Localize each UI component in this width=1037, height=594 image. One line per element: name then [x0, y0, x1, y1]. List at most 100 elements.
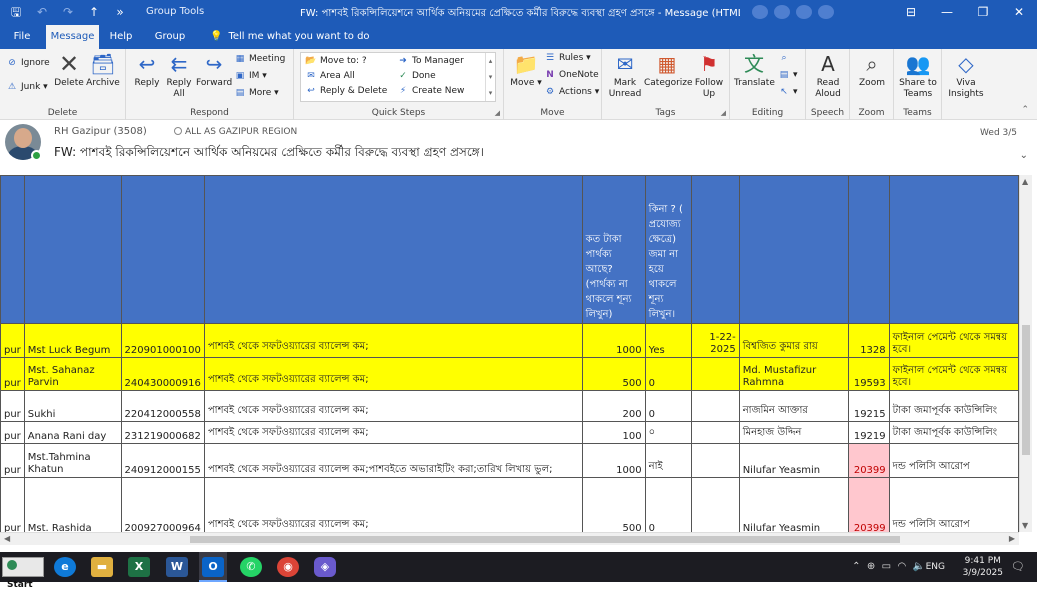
read-aloud-button[interactable]: A Read Aloud — [808, 52, 848, 100]
battery-icon[interactable]: ▭ — [882, 561, 891, 572]
quick-step-area-all[interactable]: ✉ Area All — [305, 71, 355, 81]
rules-button[interactable]: ☰ Rules ▾ — [544, 53, 591, 63]
cell-deposit: নাই — [644, 443, 693, 478]
archive-button[interactable]: 🗃 Archive — [86, 52, 120, 89]
delete-button[interactable]: ✕ Delete — [54, 52, 84, 89]
language-indicator[interactable]: ENG — [926, 562, 945, 572]
tab-message[interactable]: Message — [46, 25, 99, 49]
viva-insights-button[interactable]: ◇ Viva Insights — [944, 52, 988, 100]
horizontal-scroll-thumb[interactable] — [190, 536, 900, 543]
group-zoom: ⌕ Zoom Zoom — [850, 49, 894, 120]
redo-icon[interactable]: ↷ — [60, 4, 76, 20]
vertical-scroll-thumb[interactable] — [1022, 325, 1030, 455]
tab-help[interactable]: Help — [104, 25, 138, 49]
tags-launcher-icon[interactable]: ◢ — [721, 109, 726, 117]
addin-icon-3[interactable] — [796, 5, 812, 19]
junk-button[interactable]: ⚠ Junk ▾ — [6, 82, 48, 92]
start-button[interactable]: Start — [2, 557, 44, 590]
scroll-down-icon[interactable]: ▼ — [1022, 521, 1028, 530]
reply-button[interactable]: ↩ Reply — [132, 52, 162, 89]
im-button[interactable]: ▣ IM ▾ — [234, 71, 267, 81]
find-button[interactable]: ⌕ — [778, 53, 793, 63]
onenote-button[interactable]: N OneNote — [544, 70, 598, 80]
related-button[interactable]: ▤ ▾ — [778, 70, 798, 80]
share-to-teams-button[interactable]: 👥 Share to Teams — [896, 52, 940, 100]
scroll-left-icon[interactable]: ◀ — [4, 534, 10, 543]
quick-steps-launcher-icon[interactable]: ◢ — [495, 109, 500, 117]
scroll-right-icon[interactable]: ▶ — [1009, 534, 1015, 543]
meeting-button[interactable]: ▦ Meeting — [234, 54, 286, 64]
more-button[interactable]: ▤ More ▾ — [234, 88, 279, 98]
group-move-label: Move — [540, 108, 565, 118]
ribbon-display-icon[interactable]: ⊟ — [893, 0, 929, 25]
file-explorer-icon[interactable]: ▬ — [91, 557, 113, 577]
chevron-up-icon[interactable]: ⌃ — [852, 561, 860, 572]
categorize-button[interactable]: ▦ Categorize — [644, 52, 693, 89]
chrome-icon[interactable]: ◉ — [277, 557, 299, 577]
edge-icon[interactable]: e — [54, 557, 76, 577]
cell-branch: pur — [0, 477, 25, 532]
recipient[interactable]: ALL AS GAZIPUR REGION — [174, 127, 297, 137]
zoom-button[interactable]: ⌕ Zoom — [852, 52, 892, 89]
cell-branch: pur — [0, 421, 25, 444]
network-icon[interactable]: ⊕ — [867, 561, 875, 572]
cell-action: টাকা জমাপূর্বক কাউন্সিলিং — [888, 421, 1019, 444]
tab-group[interactable]: Group — [148, 25, 192, 49]
sender-name[interactable]: RH Gazipur (3508) — [54, 126, 147, 137]
select-button[interactable]: ↖ ▾ — [778, 87, 797, 97]
translate-button[interactable]: 文 Translate — [734, 52, 775, 89]
quick-step-reply-delete[interactable]: ↩ Reply & Delete — [305, 86, 387, 96]
cell-name: Mst.Tahmina Khatun — [23, 443, 122, 478]
actions-button[interactable]: ⚙ Actions ▾ — [544, 87, 599, 97]
quick-steps-scroll[interactable]: ▴ ▾ ▾ — [485, 53, 495, 101]
cell-issue: পাশবই থেকে সফটওয়্যারের ব্যালেন্স কম; — [203, 323, 583, 358]
table-row: pur Mst. Rashida 200927000964 পাশবই থেকে… — [0, 477, 1019, 532]
horizontal-scrollbar[interactable]: ◀ ▶ — [0, 532, 1019, 545]
notification-icon[interactable]: 🗨 — [1011, 560, 1025, 573]
quick-step-to-manager[interactable]: ➜ To Manager — [397, 56, 464, 66]
quick-step-create-new[interactable]: ⚡ Create New — [397, 86, 465, 96]
reply-all-button[interactable]: ⇇ Reply All — [164, 52, 194, 100]
cell-officer: মিনহাজ উদ্দিন — [738, 421, 849, 444]
tray-icons[interactable]: ⌃ ⊕ ▭ ◠ 🔈 — [852, 561, 925, 572]
word-icon[interactable]: W — [166, 557, 188, 577]
minimize-icon[interactable]: — — [929, 0, 965, 25]
select-cursor-icon: ↖ — [780, 87, 788, 97]
scroll-up-icon[interactable]: ▲ — [1022, 177, 1028, 186]
ignore-button[interactable]: ⊘ Ignore — [6, 58, 49, 68]
outlook-icon[interactable]: O — [202, 557, 224, 577]
collapse-ribbon-icon[interactable]: ⌃ — [1021, 105, 1029, 115]
app-icon[interactable]: ◈ — [314, 557, 336, 577]
addin-icon-4[interactable] — [818, 5, 834, 19]
expand-header-icon[interactable]: ⌄ — [1020, 150, 1028, 161]
group-tools-label: Group Tools — [146, 6, 205, 17]
magnifier-icon: ⌕ — [866, 52, 878, 76]
volume-icon[interactable]: 🔈 — [913, 561, 925, 572]
clock[interactable]: 9:41 PM 3/9/2025 — [963, 555, 1003, 579]
undo-icon[interactable]: ↶ — [34, 4, 50, 20]
whatsapp-icon[interactable]: ✆ — [240, 557, 262, 577]
forward-button[interactable]: ↪ Forward — [196, 52, 232, 89]
mark-unread-button[interactable]: ✉ Mark Unread — [608, 52, 642, 100]
cell-pin: 19215 — [847, 390, 890, 422]
excel-icon[interactable]: X — [128, 557, 150, 577]
reply-delete-icon: ↩ — [307, 86, 315, 96]
close-icon[interactable]: ✕ — [1001, 0, 1037, 25]
customize-qat-icon[interactable]: » — [112, 4, 128, 20]
tab-file[interactable]: File — [6, 25, 38, 49]
taskbar: Start e ▬ X W O ✆ ◉ ◈ ⌃ ⊕ ▭ ◠ 🔈 ENG 9:41… — [0, 552, 1037, 590]
quick-step-move-to[interactable]: 📂 Move to: ? — [305, 56, 366, 66]
wifi-icon[interactable]: ◠ — [897, 561, 906, 572]
restore-icon[interactable]: ❐ — [965, 0, 1001, 25]
quick-step-done[interactable]: ✓ Done — [397, 71, 435, 81]
addin-icon-1[interactable] — [752, 5, 768, 19]
save-icon[interactable]: 🖫 — [8, 4, 24, 20]
up-arrow-icon[interactable]: ↑ — [86, 4, 102, 20]
follow-up-button[interactable]: ⚑ Follow Up — [692, 52, 726, 100]
vertical-scrollbar[interactable]: ▲ ▼ — [1019, 175, 1032, 532]
tell-me-search[interactable]: 💡 Tell me what you want to do — [210, 25, 370, 49]
move-button[interactable]: 📁 Move ▾ — [510, 52, 542, 89]
lightning-icon: ⚡ — [399, 86, 407, 96]
addin-icon-2[interactable] — [774, 5, 790, 19]
tell-me-text: Tell me what you want to do — [228, 31, 370, 42]
